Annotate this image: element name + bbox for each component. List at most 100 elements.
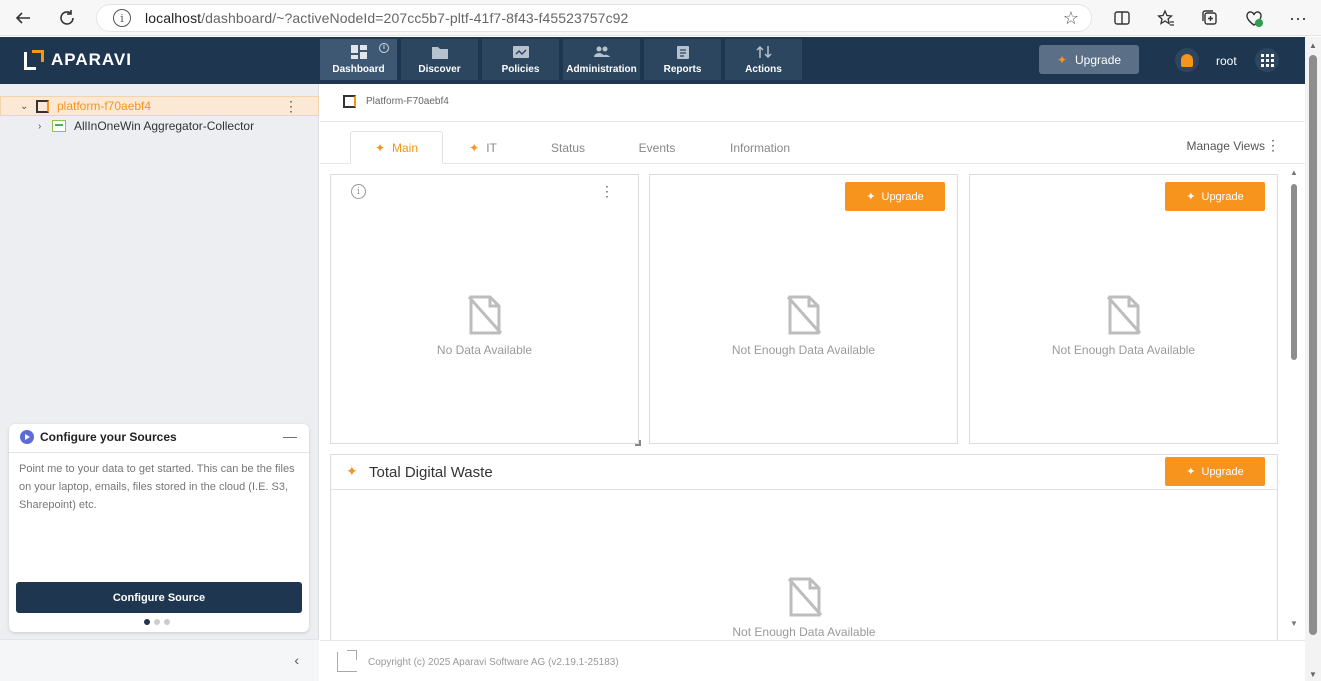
collections-icon[interactable] [1198, 6, 1222, 30]
more-options-icon[interactable]: ··· [1286, 6, 1310, 30]
no-data-message: Not Enough Data Available [732, 625, 876, 639]
nav-label: Administration [566, 63, 637, 75]
upgrade-button[interactable]: ✦ Upgrade [845, 182, 945, 211]
no-data-file-icon [1106, 295, 1142, 335]
aparavi-logo[interactable]: APARAVI [24, 50, 132, 70]
sparkle-icon: ✦ [1186, 191, 1196, 203]
play-icon [20, 430, 34, 444]
address-bar[interactable]: i localhost/dashboard/~?activeNodeId=207… [96, 4, 1092, 32]
platform-node-icon [343, 95, 356, 108]
nav-label: Dashboard [332, 63, 385, 75]
content-scrollbar[interactable]: ▲ ▼ [1288, 168, 1300, 628]
no-data-file-icon [467, 295, 503, 335]
info-icon[interactable]: i [379, 43, 389, 53]
apps-grid-icon[interactable] [1255, 48, 1279, 72]
user-name[interactable]: root [1216, 54, 1237, 68]
refresh-icon[interactable] [55, 6, 79, 30]
page-scrollbar[interactable]: ▲ ▼ [1305, 37, 1321, 681]
nav-policies[interactable]: Policies [482, 39, 559, 80]
configure-source-button[interactable]: Configure Source [16, 582, 302, 613]
nav-label: Actions [745, 63, 782, 75]
browser-toolbar: i localhost/dashboard/~?activeNodeId=207… [0, 0, 1321, 36]
manage-views-kebab-icon[interactable]: ⋮ [1266, 137, 1280, 154]
widget-panel: ✦ Upgrade Not Enough Data Available [969, 174, 1278, 444]
tree-node-platform[interactable]: ⌄ platform-f70aebf4 ⋮ [0, 96, 319, 116]
header-upgrade-button[interactable]: ✦ Upgrade [1039, 45, 1139, 74]
policies-icon [512, 45, 529, 58]
chevron-right-icon[interactable]: › [38, 121, 48, 132]
tree-node-label: AllInOneWin Aggregator-Collector [74, 119, 255, 133]
nav-label: Reports [663, 63, 702, 75]
upgrade-button[interactable]: ✦ Upgrade [1165, 457, 1265, 486]
no-data-message: No Data Available [436, 343, 533, 357]
url-text: localhost/dashboard/~?activeNodeId=207cc… [145, 10, 629, 26]
card-header: Configure your Sources [20, 430, 177, 444]
nav-label: Discover [418, 63, 461, 75]
collapse-left-icon[interactable]: ‹ [294, 652, 299, 668]
minimize-icon[interactable]: — [283, 428, 297, 444]
breadcrumb-item[interactable]: Platform-F70aebf4 [366, 96, 449, 107]
no-data-message: Not Enough Data Available [1051, 343, 1196, 357]
scrollbar-thumb[interactable] [1309, 55, 1317, 635]
upgrade-label: Upgrade [1075, 52, 1122, 67]
tree-node-aggregator[interactable]: › AllInOneWin Aggregator-Collector [0, 116, 319, 136]
sidebar-collapse-bar: ‹ [0, 639, 319, 681]
dashboard-tabs: ✦ Main ✦ IT Status Events Information [350, 131, 819, 164]
notification-bell-icon[interactable] [1175, 48, 1199, 72]
sparkle-icon: ✦ [866, 191, 876, 203]
total-digital-waste-panel: ✦ Total Digital Waste ✦ Upgrade Not Enoug… [330, 454, 1278, 640]
aparavi-logo-mark-icon [24, 50, 44, 70]
actions-icon [755, 45, 772, 58]
favorite-star-icon[interactable]: ☆ [1063, 8, 1079, 29]
browser-essentials-icon[interactable] [1242, 6, 1266, 30]
tab-events[interactable]: Events [613, 131, 701, 164]
tree-node-label: platform-f70aebf4 [57, 99, 152, 113]
sidebar: ⌄ platform-f70aebf4 ⋮ › AllInOneWin Aggr… [0, 84, 319, 681]
breadcrumb: Platform-F70aebf4 [343, 95, 449, 108]
main-nav: Dashboard i Discover Policies Administra… [320, 39, 802, 80]
chevron-down-icon[interactable]: ⌄ [20, 101, 30, 112]
back-arrow-icon[interactable] [11, 6, 35, 30]
nav-reports[interactable]: Reports [644, 39, 721, 80]
site-info-icon[interactable]: i [113, 9, 131, 27]
folder-icon [431, 46, 448, 59]
node-menu-kebab-icon[interactable]: ⋮ [284, 99, 298, 113]
sparkle-icon: ✦ [374, 140, 386, 155]
page-dot[interactable] [144, 619, 150, 625]
nav-actions[interactable]: Actions [725, 39, 802, 80]
brand-name: APARAVI [51, 50, 132, 69]
tab-status[interactable]: Status [523, 131, 613, 164]
tab-main[interactable]: ✦ Main [350, 131, 443, 164]
page-dot[interactable] [154, 619, 160, 625]
widget-kebab-icon[interactable]: ⋮ [600, 183, 614, 200]
favorites-icon[interactable] [1154, 6, 1178, 30]
sparkle-icon: ✦ [1186, 466, 1196, 478]
clipboard-icon [676, 45, 689, 59]
no-data-file-icon [786, 295, 822, 335]
sparkle-icon: ✦ [469, 140, 480, 155]
nav-label: Policies [501, 63, 540, 75]
card-title: Configure your Sources [40, 430, 177, 444]
sparkle-icon: ✦ [346, 463, 358, 479]
split-screen-icon[interactable] [1110, 6, 1134, 30]
manage-views-button[interactable]: Manage Views [1187, 139, 1266, 153]
info-icon[interactable]: i [351, 184, 366, 199]
app-header: APARAVI Dashboard i Discover Policies Ad… [0, 37, 1305, 84]
tab-information[interactable]: Information [701, 131, 819, 164]
scrollbar-thumb[interactable] [1291, 184, 1297, 360]
tab-it[interactable]: ✦ IT [443, 131, 523, 164]
sparkle-icon: ✦ [1056, 52, 1068, 67]
upgrade-button[interactable]: ✦ Upgrade [1165, 182, 1265, 211]
page-dot[interactable] [164, 619, 170, 625]
main-content: Platform-F70aebf4 ✦ Main ✦ IT Status Eve… [320, 84, 1305, 681]
configure-sources-card: Configure your Sources — Point me to you… [9, 424, 309, 632]
card-pagination [144, 619, 170, 625]
nav-discover[interactable]: Discover [401, 39, 478, 80]
no-data-file-icon [787, 577, 823, 617]
users-icon [593, 46, 610, 57]
platform-node-icon [36, 99, 49, 113]
panel-title: Total Digital Waste [369, 464, 493, 481]
resize-handle[interactable] [635, 440, 641, 446]
nav-dashboard[interactable]: Dashboard i [320, 39, 397, 80]
nav-administration[interactable]: Administration [563, 39, 640, 80]
